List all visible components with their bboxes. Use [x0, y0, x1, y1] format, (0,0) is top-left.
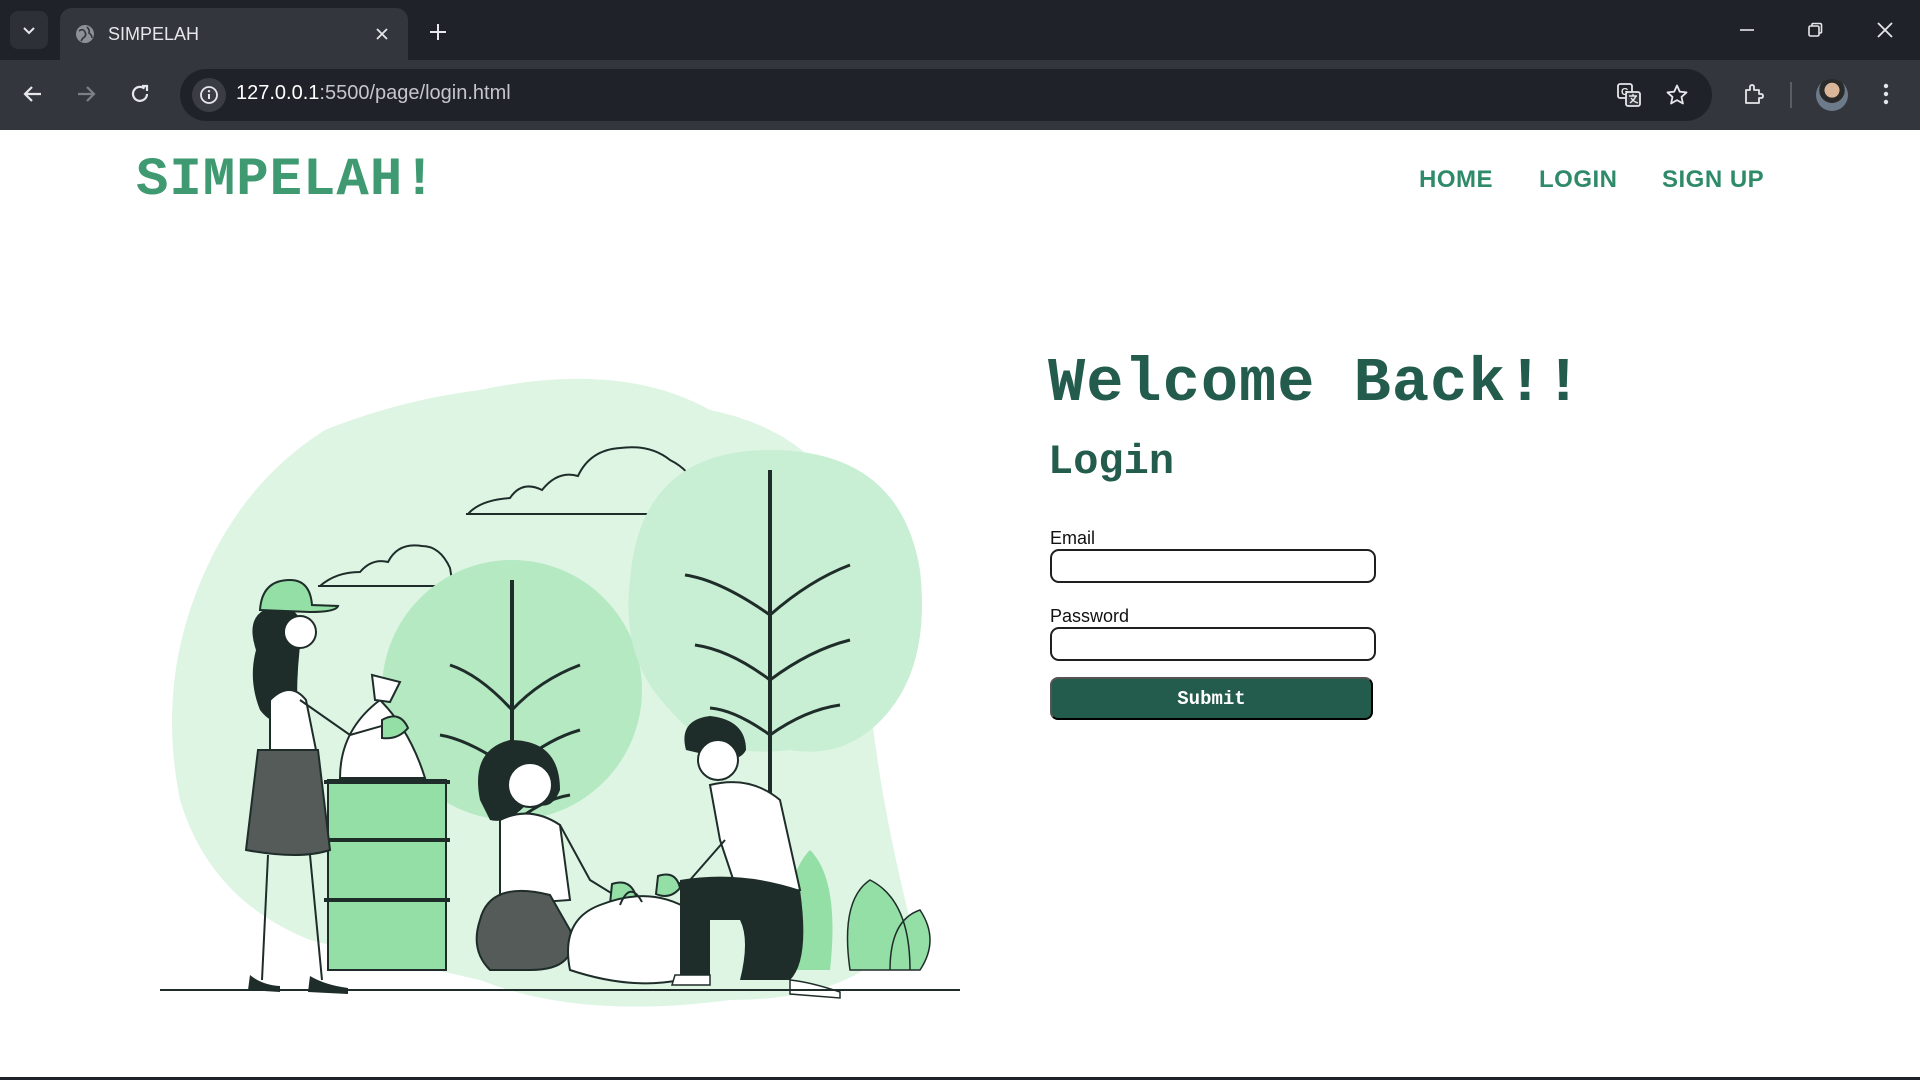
tree-right-canopy [628, 450, 922, 752]
reload-icon [131, 84, 149, 102]
toolbar-divider [1790, 82, 1792, 108]
password-field[interactable] [1050, 627, 1376, 661]
restore-icon [1808, 22, 1823, 37]
extensions-button[interactable] [1732, 72, 1776, 116]
new-tab-button[interactable] [420, 14, 456, 50]
window-close-button[interactable] [1858, 6, 1912, 54]
plus-icon [430, 24, 446, 40]
woman-skirt [244, 749, 332, 856]
url-host: 127.0.0.1 [236, 82, 320, 104]
globe-icon [74, 23, 96, 45]
cleanup-illustration [160, 378, 960, 1007]
info-icon [200, 86, 218, 104]
close-icon [376, 28, 388, 40]
minimize-icon [1740, 29, 1754, 31]
page-content: SIMPELAH! HOME LOGIN SIGN UP Welcome Bac… [0, 130, 1920, 1078]
welcome-heading: Welcome Back!! [1048, 348, 1583, 419]
window-close-icon [1877, 22, 1893, 38]
browser-tab-active[interactable]: SIMPELAH [60, 8, 408, 60]
email-field[interactable] [1050, 549, 1376, 583]
address-bar[interactable]: 127.0.0.1:5500/page/login.html G [180, 69, 1712, 121]
url-path: :5500/page/login.html [319, 82, 511, 104]
back-button[interactable] [11, 72, 55, 116]
tab-close-button[interactable] [368, 20, 396, 48]
kebab-menu-icon [1883, 83, 1889, 105]
email-label: Email [1050, 528, 1096, 548]
login-heading: Login [1048, 438, 1175, 486]
browser-toolbar: 127.0.0.1:5500/page/login.html G [0, 60, 1920, 130]
password-label: Password [1050, 606, 1130, 626]
url-text: 127.0.0.1:5500/page/login.html [236, 82, 511, 105]
nav-home-link[interactable]: HOME [1419, 166, 1493, 194]
tab-search-button[interactable] [10, 11, 48, 49]
back-arrow-icon [23, 86, 41, 102]
minimize-button[interactable] [1720, 6, 1774, 54]
tab-title: SIMPELAH [108, 23, 200, 44]
nav-signup-link[interactable]: SIGN UP [1662, 166, 1764, 194]
translate-button[interactable]: G [1612, 78, 1646, 112]
star-icon [1666, 84, 1688, 105]
reload-button[interactable] [118, 72, 162, 116]
browser-tab-bar: SIMPELAH [0, 0, 1920, 60]
bookmark-button[interactable] [1660, 78, 1694, 112]
nav-login-link[interactable]: LOGIN [1539, 166, 1618, 194]
browser-menu-button[interactable] [1864, 72, 1908, 116]
forward-button[interactable] [64, 72, 108, 116]
profile-avatar[interactable] [1816, 79, 1848, 111]
restore-button[interactable] [1788, 6, 1842, 54]
extensions-icon [1745, 84, 1764, 104]
site-info-button[interactable] [192, 78, 226, 112]
submit-button[interactable]: Submit [1050, 677, 1373, 720]
bush-right [846, 879, 931, 971]
tab-search-icon [23, 27, 35, 35]
translate-icon: G [1617, 83, 1641, 107]
barrel [327, 779, 447, 971]
site-logo[interactable]: SIMPELAH! [136, 150, 437, 211]
forward-arrow-icon [78, 86, 96, 102]
